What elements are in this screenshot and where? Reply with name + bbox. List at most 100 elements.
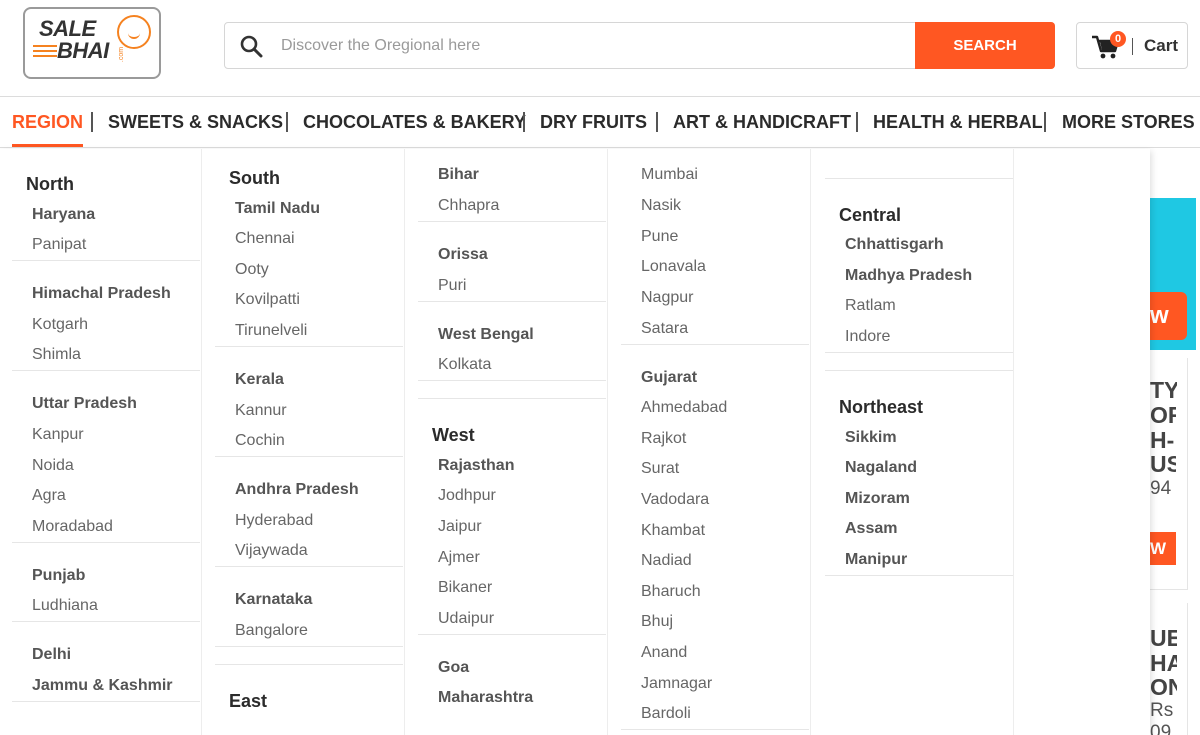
city-link[interactable]: Bardoli xyxy=(641,705,691,723)
cart-button[interactable]: 0 Cart xyxy=(1076,22,1188,69)
state-link[interactable]: Himachal Pradesh xyxy=(32,285,171,303)
group-divider xyxy=(12,701,200,702)
city-link[interactable]: Bhuj xyxy=(641,613,673,631)
salebhai-logo[interactable]: SALE BHAI .com xyxy=(23,7,161,79)
city-link[interactable]: Chennai xyxy=(235,230,295,248)
state-link[interactable]: Goa xyxy=(438,659,469,677)
region-heading-north[interactable]: North xyxy=(26,174,74,195)
city-link[interactable]: Nadiad xyxy=(641,552,692,570)
city-link[interactable]: Noida xyxy=(32,457,74,475)
city-link[interactable]: Khambat xyxy=(641,522,705,540)
region-heading-south[interactable]: South xyxy=(229,168,280,189)
city-link[interactable]: Vadodara xyxy=(641,491,709,509)
group-divider xyxy=(418,380,606,381)
city-link[interactable]: Ratlam xyxy=(845,297,896,315)
city-link[interactable]: Kannur xyxy=(235,402,287,420)
group-divider xyxy=(825,178,1013,179)
city-link[interactable]: Vijaywada xyxy=(235,542,308,560)
city-link[interactable]: Jaipur xyxy=(438,518,482,536)
search-bar: SEARCH xyxy=(224,22,1055,69)
region-heading-central[interactable]: Central xyxy=(839,205,901,226)
city-link[interactable]: Ludhiana xyxy=(32,597,98,615)
city-link[interactable]: Bharuch xyxy=(641,583,701,601)
city-link[interactable]: Jamnagar xyxy=(641,675,712,693)
state-link[interactable]: Madhya Pradesh xyxy=(845,267,972,285)
nav-sweets-snacks[interactable]: SWEETS & SNACKS xyxy=(108,98,283,147)
city-link[interactable]: Tirunelveli xyxy=(235,322,307,340)
nav-chocolates-bakery[interactable]: CHOCOLATES & BAKERY xyxy=(303,98,526,147)
city-link[interactable]: Jodhpur xyxy=(438,487,496,505)
search-input[interactable] xyxy=(281,31,901,61)
state-link[interactable]: Chhattisgarh xyxy=(845,236,944,254)
state-link[interactable]: Jammu & Kashmir xyxy=(32,677,173,695)
product-card-title-line: H- xyxy=(1150,428,1175,452)
promo-banner-button[interactable]: w xyxy=(1150,292,1187,340)
state-link[interactable]: Tamil Nadu xyxy=(235,200,320,218)
nav-art-handicraft[interactable]: ART & HANDICRAFT xyxy=(673,98,851,147)
city-link[interactable]: Lonavala xyxy=(641,258,706,276)
city-link[interactable]: Agra xyxy=(32,487,66,505)
state-link[interactable]: West Bengal xyxy=(438,326,534,344)
state-link[interactable]: Mizoram xyxy=(845,490,910,508)
nav-more-stores[interactable]: MORE STORES xyxy=(1062,98,1195,147)
state-link[interactable]: Delhi xyxy=(32,646,71,664)
nav-health-herbal[interactable]: HEALTH & HERBAL xyxy=(873,98,1043,147)
state-link[interactable]: Haryana xyxy=(32,206,95,224)
city-link[interactable]: Kovilpatti xyxy=(235,291,300,309)
region-heading-east[interactable]: East xyxy=(229,691,267,712)
state-link[interactable]: Andhra Pradesh xyxy=(235,481,359,499)
city-link[interactable]: Bangalore xyxy=(235,622,308,640)
region-heading-west[interactable]: West xyxy=(432,425,475,446)
region-heading-northeast[interactable]: Northeast xyxy=(839,397,923,418)
city-link[interactable]: Bikaner xyxy=(438,579,492,597)
city-link[interactable]: Kolkata xyxy=(438,356,491,374)
state-link[interactable]: Manipur xyxy=(845,551,907,569)
group-divider xyxy=(621,344,809,345)
city-link[interactable]: Ahmedabad xyxy=(641,399,727,417)
group-divider xyxy=(418,634,606,635)
city-link[interactable]: Hyderabad xyxy=(235,512,313,530)
city-link[interactable]: Nagpur xyxy=(641,289,693,307)
city-link[interactable]: Chhapra xyxy=(438,197,499,215)
city-link[interactable]: Udaipur xyxy=(438,610,494,628)
group-divider xyxy=(418,221,606,222)
city-link[interactable]: Kotgarh xyxy=(32,316,88,334)
state-link[interactable]: Bihar xyxy=(438,166,479,184)
city-link[interactable]: Rajkot xyxy=(641,430,686,448)
nav-dry-fruits[interactable]: DRY FRUITS xyxy=(540,98,647,147)
city-link[interactable]: Ajmer xyxy=(438,549,480,567)
state-link[interactable]: Maharashtra xyxy=(438,689,533,707)
city-link[interactable]: Ooty xyxy=(235,261,269,279)
state-link[interactable]: Orissa xyxy=(438,246,488,264)
state-link[interactable]: Gujarat xyxy=(641,369,697,387)
product-card-price: 94 xyxy=(1150,478,1172,499)
product-card-button[interactable]: W xyxy=(1150,532,1176,565)
state-link[interactable]: Nagaland xyxy=(845,459,917,477)
state-link[interactable]: Sikkim xyxy=(845,429,897,447)
state-link[interactable]: Karnataka xyxy=(235,591,312,609)
product-card-title-line: TY xyxy=(1150,378,1177,402)
state-link[interactable]: Uttar Pradesh xyxy=(32,395,137,413)
city-link[interactable]: Anand xyxy=(641,644,687,662)
state-link[interactable]: Rajasthan xyxy=(438,457,514,475)
city-link[interactable]: Indore xyxy=(845,328,890,346)
cart-divider xyxy=(1132,38,1133,55)
state-link[interactable]: Assam xyxy=(845,520,897,538)
city-link[interactable]: Cochin xyxy=(235,432,285,450)
city-link[interactable]: Panipat xyxy=(32,236,86,254)
city-link[interactable]: Moradabad xyxy=(32,518,113,536)
state-link[interactable]: Punjab xyxy=(32,567,85,585)
city-link[interactable]: Surat xyxy=(641,460,679,478)
nav-region[interactable]: REGION xyxy=(12,98,84,147)
city-link[interactable]: Puri xyxy=(438,277,466,295)
city-link[interactable]: Shimla xyxy=(32,346,81,364)
city-link[interactable]: Kanpur xyxy=(32,426,84,444)
city-link[interactable]: Satara xyxy=(641,320,688,338)
search-button[interactable]: SEARCH xyxy=(915,22,1055,69)
state-link[interactable]: Kerala xyxy=(235,371,284,389)
product-card-price: Rs xyxy=(1150,700,1174,721)
city-link[interactable]: Pune xyxy=(641,228,678,246)
column-divider xyxy=(404,149,405,735)
city-link[interactable]: Nasik xyxy=(641,197,681,215)
city-link[interactable]: Mumbai xyxy=(641,166,698,184)
